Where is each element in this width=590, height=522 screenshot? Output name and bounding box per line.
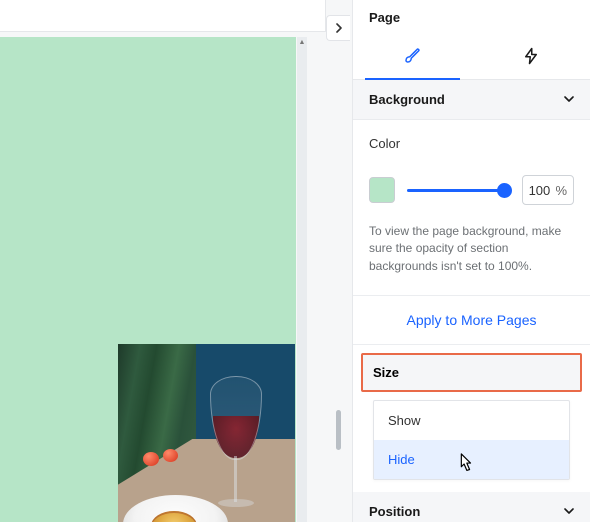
chevron-down-icon [564, 504, 574, 519]
opacity-unit: % [555, 183, 567, 198]
color-swatch[interactable] [369, 177, 395, 203]
section-header-size[interactable]: Size [361, 353, 582, 392]
apply-to-more-pages-link[interactable]: Apply to More Pages [353, 296, 590, 345]
section-header-label: Position [369, 504, 420, 519]
brush-icon [403, 47, 421, 65]
scroll-up-icon[interactable]: ▲ [297, 37, 307, 47]
panel-collapse-button[interactable] [326, 15, 350, 41]
canvas-scrollbar[interactable]: ▲ [297, 37, 307, 522]
chevron-down-icon [564, 92, 574, 107]
opacity-slider[interactable] [407, 181, 510, 199]
opacity-input[interactable] [523, 183, 555, 198]
inspector-panel: Page Background Color [352, 0, 590, 522]
section-header-label: Size [373, 365, 399, 380]
panel-tabs [353, 33, 590, 80]
tab-design[interactable] [353, 33, 472, 79]
canvas-topbar [0, 0, 326, 32]
canvas-area: ▲ [0, 0, 352, 522]
opacity-input-group: % [522, 175, 574, 205]
page-canvas[interactable] [0, 37, 296, 522]
background-hint: To view the page background, make sure t… [369, 223, 574, 275]
section-header-position[interactable]: Position [353, 492, 590, 522]
tab-interactions[interactable] [472, 33, 590, 79]
color-label: Color [369, 136, 574, 151]
slider-thumb[interactable] [497, 183, 512, 198]
background-section-body: Color % To view the page background, mak… [353, 120, 590, 296]
chevron-right-icon [334, 23, 344, 33]
section-header-label: Background [369, 92, 445, 107]
panel-scrollbar[interactable] [336, 410, 341, 450]
section-header-background[interactable]: Background [353, 80, 590, 120]
panel-title: Page [353, 0, 590, 33]
lightning-icon [522, 47, 540, 65]
dropdown-option-hide[interactable]: Hide [374, 440, 569, 479]
size-dropdown: Show Hide [373, 400, 570, 480]
image-element[interactable] [118, 344, 295, 522]
dropdown-option-show[interactable]: Show [374, 401, 569, 440]
